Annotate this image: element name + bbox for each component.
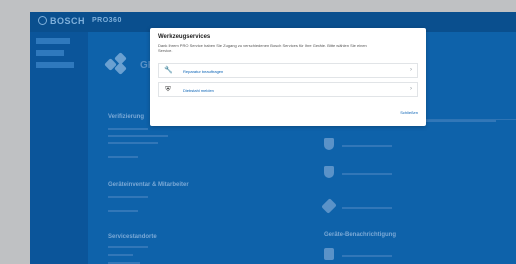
placeholder-line [342,145,392,147]
placeholder-line [426,120,496,122]
option-theft[interactable]: ⛨ Diebstahl melden › [158,82,418,97]
wrench-icon: 🔧 [164,67,173,74]
placeholder-line [108,142,158,144]
placeholder-line [108,128,148,130]
shield-icon: ⛨ [165,86,171,93]
sidebar [30,32,88,264]
brand-name: BOSCH [50,16,86,26]
device-icon [324,248,334,260]
chevron-right-icon: › [410,86,412,92]
bosch-logo[interactable]: BOSCH [38,16,85,26]
placeholder-line [108,135,168,137]
placeholder-line [342,173,392,175]
tools-icon [321,198,337,214]
right-list-item[interactable] [324,164,516,186]
placeholder-line [342,255,392,257]
right-list-item[interactable] [321,198,516,220]
placeholder-line [108,210,138,212]
option-repair-label: Reparatur beauftragen [183,69,224,74]
option-theft-label: Diebstahl melden [183,88,214,93]
section-title-verification: Verifizierung [108,114,145,120]
modal-title: Werkzeugservices [158,34,211,40]
placeholder-line [108,196,148,198]
shield-icon [324,138,334,150]
sidebar-item[interactable] [36,62,74,68]
sidebar-item[interactable] [36,50,64,56]
placeholder-line [108,156,138,158]
placeholder-line [342,207,392,209]
right-list-item[interactable] [324,246,516,264]
placeholder-line [108,254,133,256]
section-title-inventory: Geräteinventar & Mitarbeiter [108,182,189,188]
shield-icon [324,166,334,178]
chevron-right-icon: › [410,67,412,73]
right-list-item[interactable] [324,136,516,158]
modal-description: Dank Ihrem PRO Service haben Sie Zugang … [158,43,367,53]
bosch-logo-icon [38,16,47,25]
pro360-logo[interactable]: PRO360 [92,17,122,24]
sidebar-item[interactable] [36,38,70,44]
section-title-device-notification: Geräte-Benachrichtigung [324,232,397,238]
close-button[interactable]: Schließen [400,110,418,115]
tool-services-modal: Werkzeugservices Dank Ihrem PRO Service … [150,28,426,126]
placeholder-line [108,246,148,248]
section-title-service-locations: Servicestandorte [108,234,157,240]
company-logo-icon [102,52,130,75]
option-repair[interactable]: 🔧 Reparatur beauftragen › [158,63,418,78]
